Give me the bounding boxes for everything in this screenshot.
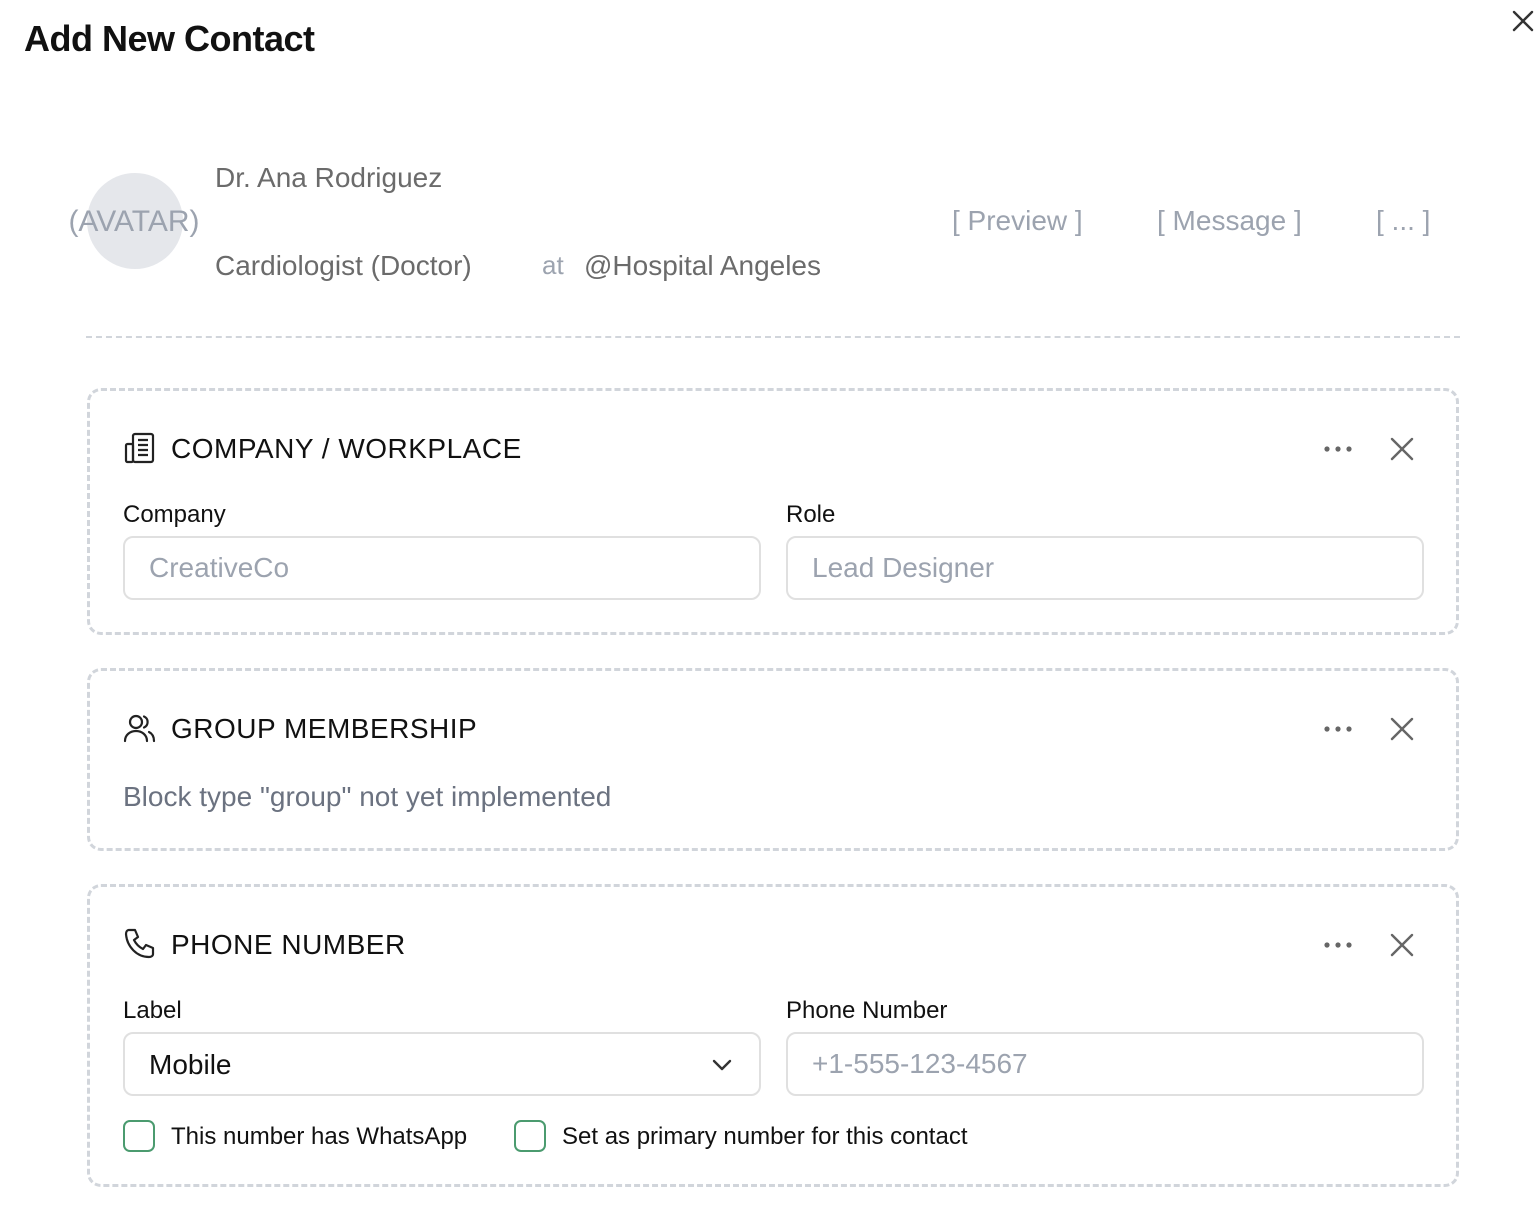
- phone-number-field-label: Phone Number: [786, 997, 948, 1024]
- group-block-remove-button[interactable]: [1388, 715, 1416, 743]
- company-block-title: COMPANY / WORKPLACE: [171, 433, 522, 464]
- group-block-menu-button[interactable]: [1322, 719, 1354, 739]
- close-dialog-button[interactable]: [1508, 6, 1534, 36]
- group-block-title: GROUP MEMBERSHIP: [171, 713, 478, 744]
- message-action[interactable]: [ Message ]: [1157, 205, 1302, 237]
- contact-at-label: at: [542, 250, 564, 280]
- role-field-label: Role: [786, 501, 836, 528]
- close-icon: [1512, 10, 1534, 32]
- phone-number-input[interactable]: [786, 1032, 1424, 1096]
- phone-label-field-label: Label: [123, 997, 182, 1024]
- avatar-placeholder: (AVATAR): [68, 205, 200, 238]
- users-icon: [123, 711, 157, 745]
- phone-label-select[interactable]: Mobile: [123, 1032, 761, 1096]
- more-horizontal-icon: [1324, 942, 1352, 948]
- role-input[interactable]: [786, 536, 1424, 600]
- phone-block-menu-button[interactable]: [1322, 935, 1354, 955]
- phone-label-select-value: Mobile: [149, 1049, 232, 1080]
- company-field-label: Company: [123, 501, 226, 528]
- company-block-remove-button[interactable]: [1388, 435, 1416, 463]
- whatsapp-checkbox[interactable]: [123, 1120, 155, 1152]
- group-block-note: Block type "group" not yet implemented: [123, 781, 612, 812]
- close-icon: [1390, 437, 1414, 461]
- phone-block-title: PHONE NUMBER: [171, 929, 406, 960]
- header-divider: [86, 336, 1460, 338]
- building-icon: [123, 431, 157, 465]
- close-icon: [1390, 933, 1414, 957]
- close-icon: [1390, 717, 1414, 741]
- contact-organization: @Hospital Angeles: [584, 250, 822, 281]
- phone-block: PHONE NUMBER Label Mobile Phone Number T…: [87, 884, 1459, 1187]
- more-horizontal-icon: [1324, 446, 1352, 452]
- more-horizontal-icon: [1324, 726, 1352, 732]
- preview-action[interactable]: [ Preview ]: [952, 205, 1083, 237]
- more-action[interactable]: [ ... ]: [1376, 205, 1430, 237]
- contact-role: Cardiologist (Doctor): [215, 250, 472, 281]
- phone-block-remove-button[interactable]: [1388, 931, 1416, 959]
- primary-number-checkbox-label[interactable]: Set as primary number for this contact: [562, 1123, 968, 1151]
- contact-name: Dr. Ana Rodriguez: [215, 162, 443, 193]
- chevron-down-icon: [712, 1059, 732, 1071]
- primary-number-checkbox[interactable]: [514, 1120, 546, 1152]
- phone-icon: [123, 927, 157, 961]
- group-block: GROUP MEMBERSHIP Block type "group" not …: [87, 668, 1459, 851]
- company-block: COMPANY / WORKPLACE Company Role: [87, 388, 1459, 635]
- whatsapp-checkbox-label[interactable]: This number has WhatsApp: [171, 1123, 467, 1151]
- dialog-title: Add New Contact: [24, 18, 315, 59]
- company-input[interactable]: [123, 536, 761, 600]
- company-block-menu-button[interactable]: [1322, 439, 1354, 459]
